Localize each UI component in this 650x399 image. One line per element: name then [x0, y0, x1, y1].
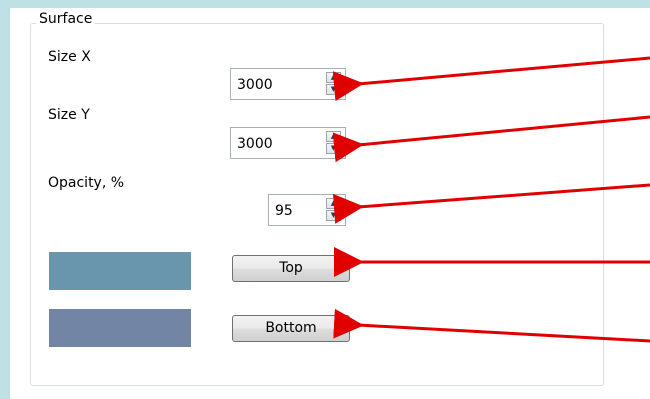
annotation-arrows — [332, 56, 650, 343]
arrow-size-y — [332, 115, 650, 163]
arrow-opacity — [332, 183, 650, 224]
arrow-bottom — [333, 308, 650, 343]
arrow-size-x — [332, 56, 650, 102]
